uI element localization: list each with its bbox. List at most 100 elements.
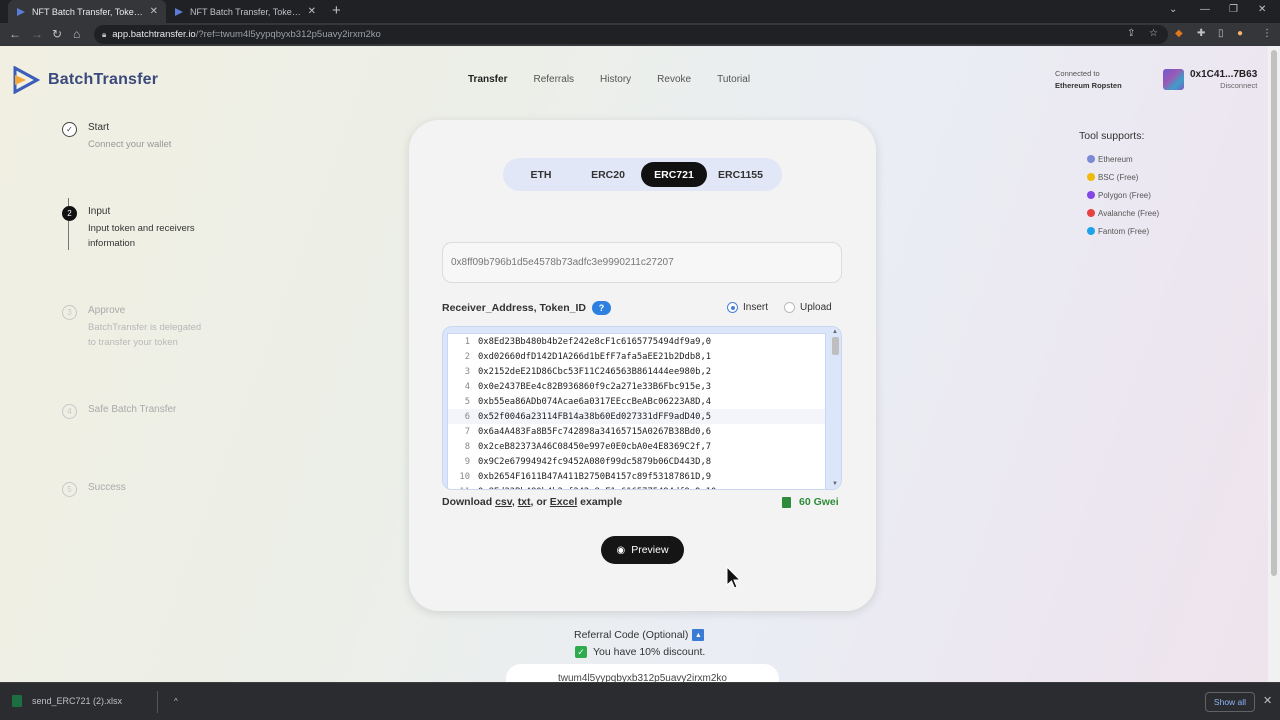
editor-line[interactable]: 2 0xd02660dfD142D1A266d1bEfF7afa5aEE21b2D…	[448, 349, 825, 364]
editor-line[interactable]: 8 0x2ceB82373A46C08450e997e0E0cbA0e4E8369…	[448, 439, 825, 454]
download-prefix: Download	[442, 496, 493, 508]
metamask-extension-icon[interactable]: ◆	[1175, 28, 1183, 39]
tab-close-icon[interactable]: ✕	[308, 6, 316, 17]
shelf-close-icon[interactable]: ✕	[1263, 694, 1272, 707]
page-scrollbar[interactable]	[1268, 46, 1280, 682]
chevron-up-icon[interactable]: ^	[174, 697, 178, 706]
browser-tab[interactable]: NFT Batch Transfer, Token Bulk Se ✕	[166, 0, 324, 23]
token-type-erc721[interactable]: ERC721	[641, 162, 707, 187]
line-number: 1	[464, 336, 470, 347]
nav-transfer[interactable]: Transfer	[468, 74, 507, 85]
window-close-icon[interactable]: ✕	[1258, 4, 1266, 15]
receivers-editor[interactable]: 1 0x8Ed23Bb480b4b2ef242e8cF1c6165775494df…	[442, 326, 842, 490]
line-text: 0xb55ea86ADb074Acae6a0317EEccBeABc06223A…	[478, 396, 712, 407]
preview-button[interactable]: ◉ Preview	[601, 536, 684, 564]
download-txt-link[interactable]: txt	[518, 496, 531, 508]
page-scroll-thumb[interactable]	[1271, 50, 1277, 576]
help-icon[interactable]: ?	[591, 301, 611, 315]
collapse-up-icon[interactable]: ▲	[692, 629, 705, 641]
mouse-cursor-icon	[726, 566, 742, 589]
download-filename: send_ERC721 (2).xlsx	[32, 696, 123, 706]
new-tab-icon[interactable]: +	[332, 3, 341, 19]
nav-history[interactable]: History	[600, 74, 631, 85]
editor-line[interactable]: 4 0x0e2437BEe4c82B936860f9c2a271e33B6Fbc9…	[448, 379, 825, 394]
toolbar: ← → ↻ ⌂ 🔒︎ app.batchtransfer.io/?ref=twu…	[0, 23, 1280, 46]
chain-polygon: Polygon (Free)	[1079, 186, 1159, 204]
referral-label-text: Referral Code (Optional)	[574, 629, 689, 641]
network-name: Ethereum Ropsten	[1055, 81, 1122, 90]
editor-line[interactable]: 10 0xb2654F1611B47A411B2750B4157c89f53187…	[448, 469, 825, 484]
lock-icon: 🔒︎	[102, 29, 107, 39]
editor-line[interactable]: 1 0x8Ed23Bb480b4b2ef242e8cF1c6165775494df…	[448, 334, 825, 349]
editor-line[interactable]: 3 0x2152deE21D86Cbc53F11C246563B861444ee9…	[448, 364, 825, 379]
step-title: Input	[88, 206, 111, 217]
nav-tutorial[interactable]: Tutorial	[717, 74, 750, 85]
editor-scroll-thumb[interactable]	[832, 337, 839, 355]
line-number: 10	[459, 471, 470, 482]
editor-line[interactable]: 6 0x52f0046a23114FB14a38b60Ed027331dFF9ad…	[448, 409, 825, 424]
line-text: 0x9C2e67994942fc9452A080f99dc5879b06CD44…	[478, 456, 712, 467]
insert-label[interactable]: Insert	[743, 302, 768, 313]
upload-label[interactable]: Upload	[800, 302, 832, 313]
batchtransfer-logo-icon	[13, 66, 40, 94]
browser-menu-icon[interactable]: ⋮	[1262, 28, 1272, 39]
step-desc: Input token and receivers information	[88, 223, 195, 249]
line-number: 9	[464, 456, 470, 467]
home-icon[interactable]: ⌂	[73, 27, 80, 41]
discount-notice: ✓ You have 10% discount.	[575, 646, 705, 658]
download-excel-link[interactable]: Excel	[550, 496, 577, 508]
side-panel-icon[interactable]: ▯	[1218, 28, 1224, 39]
step-desc: BatchTransfer is delegated to transfer y…	[88, 322, 202, 348]
nav-referrals[interactable]: Referrals	[533, 74, 574, 85]
forward-icon[interactable]: →	[31, 27, 43, 41]
disconnect-link[interactable]: Disconnect	[1190, 81, 1257, 90]
editor-scrollbar[interactable]: ▲ ▼	[831, 329, 840, 487]
scroll-up-icon[interactable]: ▲	[832, 329, 838, 335]
line-number: 7	[464, 426, 470, 437]
line-number: 5	[464, 396, 470, 407]
contract-address-input[interactable]: 0x8ff09b796b1d5e4578b73adfc3e9990211c272…	[442, 242, 842, 283]
line-number: 3	[464, 366, 470, 377]
profile-avatar-icon[interactable]: ●	[1237, 28, 1243, 39]
step-number: 2	[62, 206, 77, 221]
show-all-button[interactable]: Show all	[1205, 692, 1255, 712]
upload-radio[interactable]	[784, 302, 796, 313]
download-item[interactable]: send_ERC721 (2).xlsx ^	[12, 695, 178, 707]
tab-close-icon[interactable]: ✕	[150, 6, 158, 17]
editor-line[interactable]: 9 0x9C2e67994942fc9452A080f99dc5879b06CD4…	[448, 454, 825, 469]
extensions-puzzle-icon[interactable]: ✚	[1197, 28, 1205, 39]
bookmark-star-icon[interactable]: ☆	[1149, 28, 1158, 39]
shelf-divider	[157, 691, 158, 713]
scroll-down-icon[interactable]: ▼	[832, 481, 838, 487]
tab-search-icon[interactable]: ⌄	[1169, 4, 1177, 15]
insert-radio[interactable]	[727, 302, 738, 313]
address-bar[interactable]: 🔒︎ app.batchtransfer.io/?ref=twum4l5yypq…	[94, 25, 1168, 44]
reload-icon[interactable]: ↻	[52, 27, 62, 41]
line-number: 2	[464, 351, 470, 362]
line-text: 0x6a4A483Fa8B5Fc742898a34165715A0267B38B…	[478, 426, 712, 437]
restore-icon[interactable]: ❐	[1229, 4, 1238, 15]
excel-file-icon	[12, 695, 22, 707]
token-type-eth[interactable]: ETH	[507, 162, 575, 187]
editor-line[interactable]: 7 0x6a4A483Fa8B5Fc742898a34165715A0267B38…	[448, 424, 825, 439]
url-host: app.batchtransfer.io	[112, 29, 196, 40]
batchtransfer-favicon	[17, 7, 25, 16]
account-widget[interactable]: 0x1C41...7B63 Disconnect	[1163, 69, 1257, 90]
referral-code-input[interactable]: twum4l5yypqbyxb312p5uavy2irxm2ko	[506, 664, 779, 682]
account-address: 0x1C41...7B63	[1190, 69, 1258, 80]
minimize-icon[interactable]: —	[1200, 4, 1210, 15]
logo[interactable]: BatchTransfer	[12, 66, 158, 94]
browser-tab-active[interactable]: NFT Batch Transfer, Token Bulk Se ✕	[8, 0, 166, 23]
editor-line[interactable]: 5 0xb55ea86ADb074Acae6a0317EEccBeABc06223…	[448, 394, 825, 409]
editor-text-area[interactable]: 1 0x8Ed23Bb480b4b2ef242e8cF1c6165775494df…	[447, 333, 826, 490]
transfer-card: ETH ERC20 ERC721 ERC1155 0x8ff09b796b1d5…	[409, 120, 876, 611]
nav-revoke[interactable]: Revoke	[657, 74, 691, 85]
share-icon[interactable]: ⇪	[1127, 28, 1135, 39]
download-csv-link[interactable]: csv	[495, 496, 512, 508]
gas-price: 60 Gwei	[782, 496, 839, 508]
line-number: 4	[464, 381, 470, 392]
editor-line[interactable]: 110x8Ed23Bb480b4b2ef242e8cF1c6165775494d…	[448, 484, 825, 490]
token-type-erc20[interactable]: ERC20	[575, 162, 641, 187]
back-icon[interactable]: ←	[9, 27, 21, 41]
token-type-erc1155[interactable]: ERC1155	[707, 162, 774, 187]
